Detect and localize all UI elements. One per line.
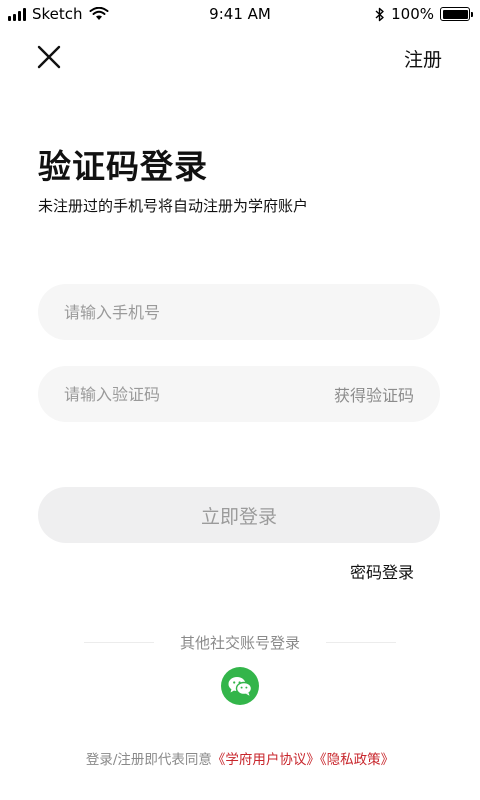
close-button[interactable] bbox=[34, 42, 64, 72]
code-field: 获得验证码 bbox=[38, 366, 440, 422]
page-title: 验证码登录 bbox=[38, 147, 208, 186]
battery-percent: 100% bbox=[391, 5, 434, 23]
bluetooth-icon bbox=[375, 7, 384, 21]
agreement-prefix: 登录/注册即代表同意 bbox=[85, 752, 212, 768]
phone-field bbox=[38, 284, 440, 340]
login-screen: Sketch 9:41 AM 100% 注册 验证码登录 未注册过的手机号将自动… bbox=[0, 0, 480, 800]
wechat-icon bbox=[228, 677, 253, 696]
agreement-text: 登录/注册即代表同意《学府用户协议》《隐私政策》 bbox=[0, 748, 480, 768]
status-bar: Sketch 9:41 AM 100% bbox=[0, 0, 480, 28]
social-divider: 其他社交账号登录 bbox=[84, 630, 396, 654]
login-button[interactable]: 立即登录 bbox=[38, 487, 440, 543]
page-subtitle: 未注册过的手机号将自动注册为学府账户 bbox=[38, 197, 309, 215]
user-agreement-link[interactable]: 《学府用户协议》 bbox=[212, 752, 320, 768]
status-right: 100% bbox=[375, 5, 473, 23]
battery-icon bbox=[440, 7, 473, 21]
privacy-policy-link[interactable]: 《隐私政策》 bbox=[320, 752, 394, 768]
register-link[interactable]: 注册 bbox=[404, 45, 442, 72]
close-icon bbox=[37, 45, 61, 69]
divider-line-right bbox=[326, 642, 396, 643]
phone-input[interactable] bbox=[64, 302, 414, 322]
get-code-button[interactable]: 获得验证码 bbox=[334, 382, 414, 406]
password-login-link[interactable]: 密码登录 bbox=[350, 559, 414, 583]
verification-code-input[interactable] bbox=[64, 384, 334, 404]
wechat-login-button[interactable] bbox=[221, 667, 259, 705]
